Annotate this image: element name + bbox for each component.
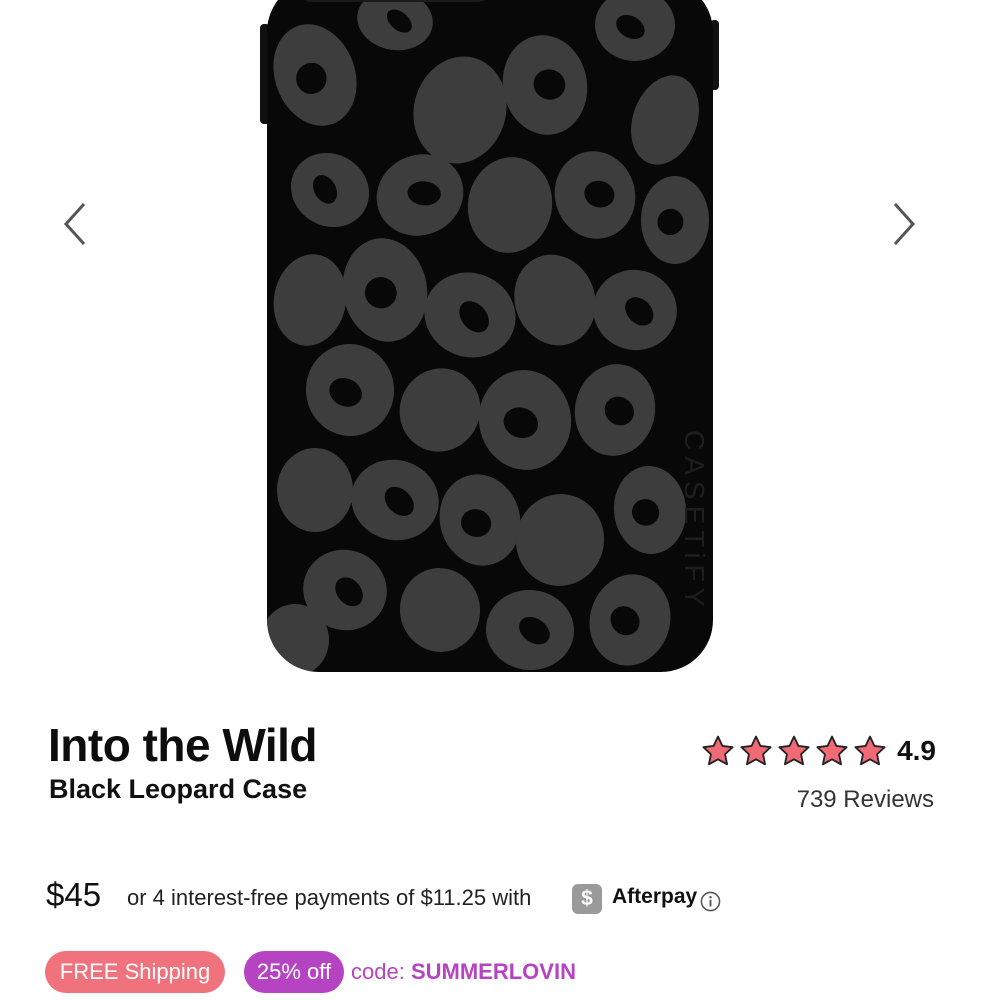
- star-icon: [740, 735, 772, 766]
- product-image: CASETiFY: [255, 0, 725, 680]
- installments-text: or 4 interest-free payments of $11.25 wi…: [127, 885, 532, 910]
- promo-code-prefix: code:: [351, 959, 405, 984]
- brand-print: CASETiFY: [679, 430, 710, 612]
- camera-module: [303, 0, 487, 2]
- info-icon[interactable]: [700, 891, 721, 912]
- star-icon: [778, 735, 810, 766]
- star-icon: [816, 735, 848, 766]
- promo-code-value: SUMMERLOVIN: [410, 959, 576, 984]
- gallery-prev-button[interactable]: [55, 196, 95, 252]
- afterpay-icon: $: [572, 884, 602, 914]
- gallery-next-button[interactable]: [884, 196, 924, 252]
- afterpay-label: Afterpay: [612, 885, 698, 908]
- chevron-right-icon: [893, 202, 916, 246]
- rating-value: 4.9: [897, 735, 936, 766]
- product-image-gallery: CASETiFY: [0, 0, 1000, 690]
- rating-stars: [701, 734, 887, 768]
- promo-code: code: SUMMERLOVIN: [351, 959, 576, 985]
- star-icon: [702, 735, 734, 766]
- star-icon: [854, 735, 886, 766]
- phone-case-illustration: CASETiFY: [260, 0, 719, 672]
- discount-badge: 25% off: [244, 951, 344, 993]
- product-rating[interactable]: 4.9: [701, 734, 936, 768]
- leopard-spot: [267, 604, 329, 672]
- product-price: $45: [46, 876, 102, 913]
- chevron-left-icon: [63, 202, 86, 246]
- reviews-link[interactable]: 739 Reviews: [797, 786, 934, 814]
- free-shipping-badge: FREE Shipping: [45, 951, 225, 993]
- product-title: Into the Wild: [48, 719, 318, 771]
- leopard-spot: [277, 448, 353, 532]
- product-subtitle: Black Leopard Case: [49, 774, 308, 804]
